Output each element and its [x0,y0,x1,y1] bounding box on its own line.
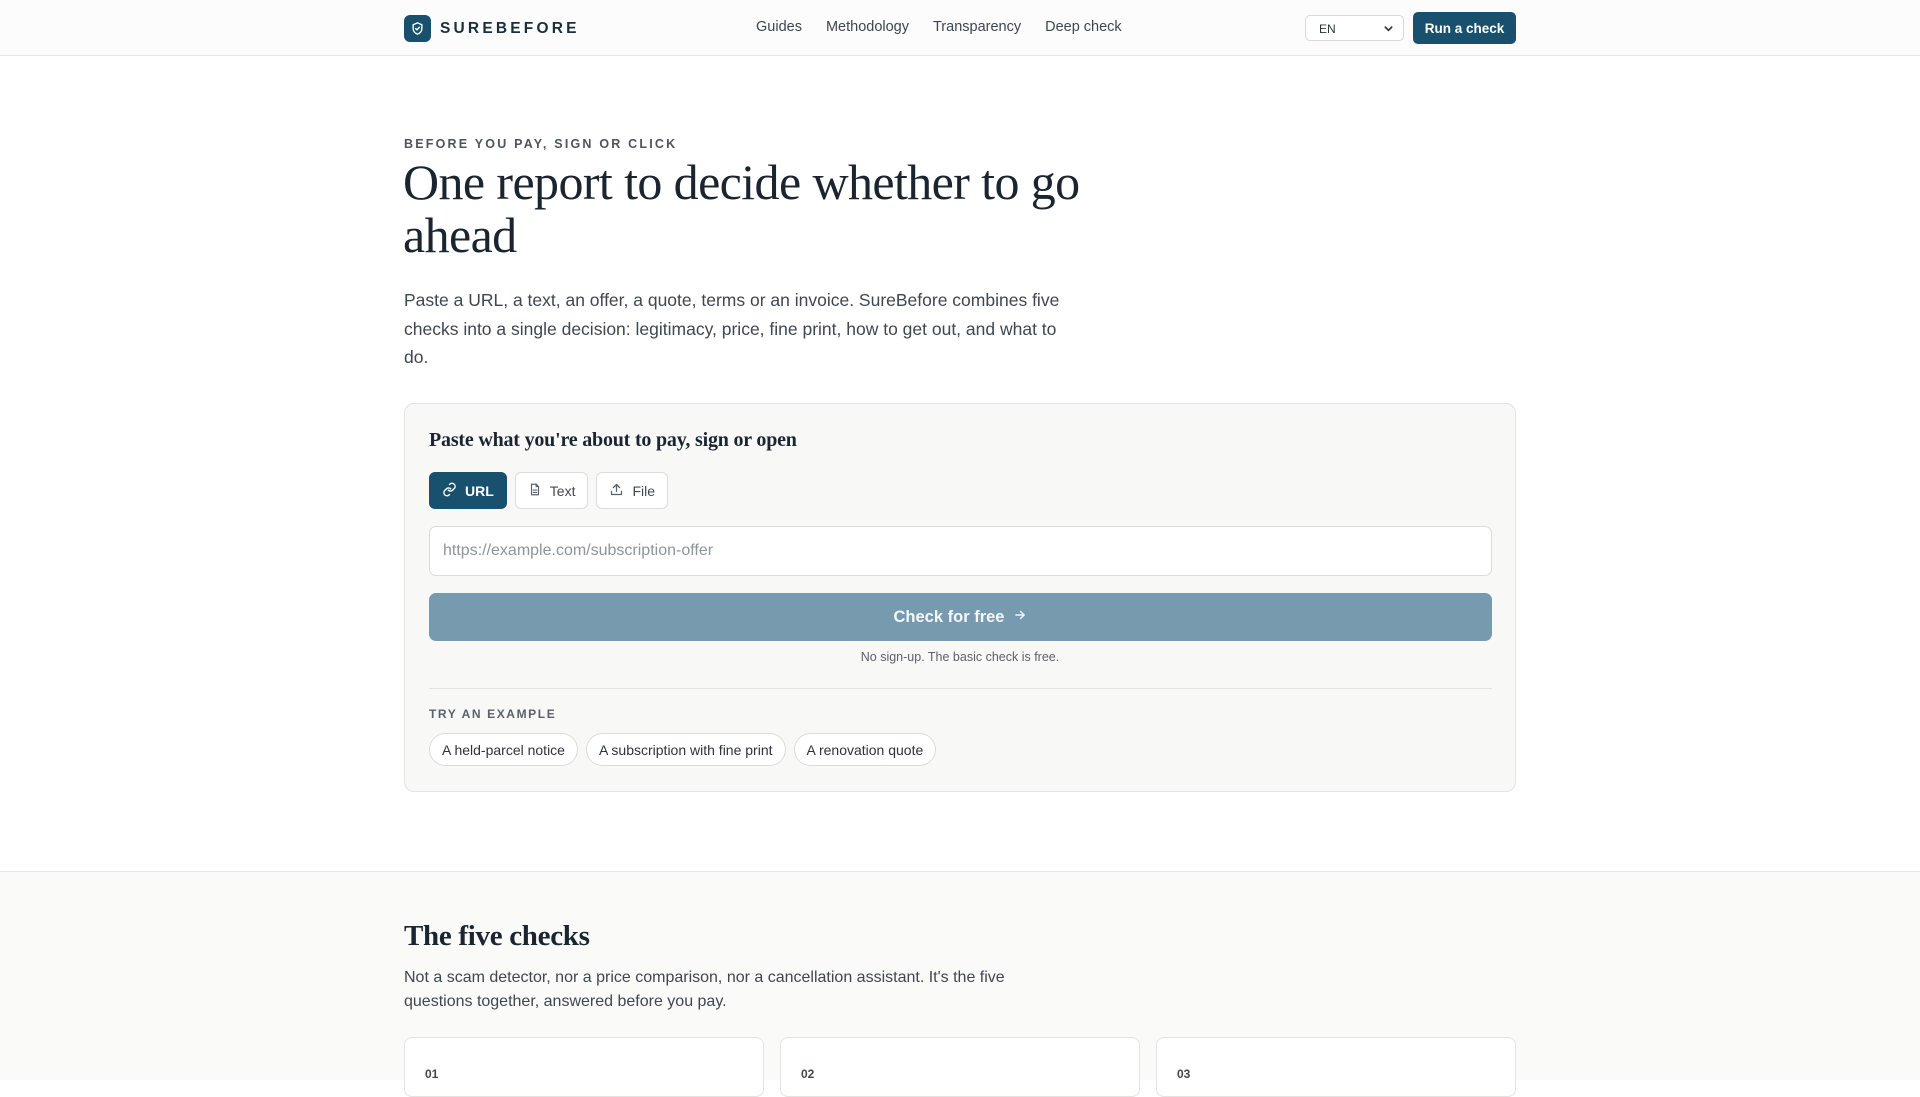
nav-link-methodology[interactable]: Methodology [826,19,909,35]
example-chip-renovation-quote[interactable]: A renovation quote [793,733,937,766]
hero-eyebrow: BEFORE YOU PAY, SIGN OR CLICK [404,137,678,151]
tab-text-label: Text [549,482,576,499]
url-input[interactable] [429,526,1492,576]
example-chips: A held-parcel notice A subscription with… [429,733,937,766]
top-navigation-bar: SUREBEFORE Guides Methodology Transparen… [0,0,1920,56]
example-chip-subscription[interactable]: A subscription with fine print [585,733,786,766]
link-icon [442,482,457,500]
example-chip-held-parcel[interactable]: A held-parcel notice [429,733,578,766]
check-card-3: 03 [1156,1037,1516,1097]
try-example-label: TRY AN EXAMPLE [429,707,557,721]
run-a-check-button[interactable]: Run a check [1413,12,1516,44]
shield-check-icon [404,15,431,42]
five-checks-section: The five checks Not a scam detector, nor… [0,871,1920,1097]
nav-link-deep-check[interactable]: Deep check [1045,19,1122,35]
check-card-number: 01 [425,1067,439,1081]
language-select[interactable]: EN [1305,15,1404,41]
brand-logo[interactable]: SUREBEFORE [404,15,580,42]
tab-file-label: File [632,482,656,499]
input-type-tabs: URL Text File [429,472,669,509]
main-nav: Guides Methodology Transparency Deep che… [756,19,1122,35]
hero-subtitle: Paste a URL, a text, an offer, a quote, … [404,290,1060,367]
nav-link-guides[interactable]: Guides [756,19,802,35]
check-input-card: Paste what you're about to pay, sign or … [404,403,1516,792]
tab-file[interactable]: File [596,472,669,509]
five-checks-title: The five checks [404,920,590,952]
check-card-number: 02 [801,1067,815,1081]
check-for-free-label: Check for free [893,607,1005,626]
check-for-free-button[interactable]: Check for free [429,593,1492,641]
check-card-title: Paste what you're about to pay, sign or … [429,429,797,451]
tab-url[interactable]: URL [429,472,507,509]
tab-text[interactable]: Text [514,472,589,509]
tab-url-label: URL [465,482,494,499]
language-value: EN [1319,22,1336,36]
page-title: One report to decide whether to go ahead [403,154,1080,263]
check-card-2: 02 [780,1037,1140,1097]
five-checks-subtitle: Not a scam detector, nor a price compari… [404,969,1005,1010]
arrow-right-icon [1013,608,1027,627]
check-card-number: 03 [1177,1067,1191,1081]
brand-name: SUREBEFORE [440,19,580,37]
chevron-down-icon [1383,23,1394,37]
check-card-1: 01 [404,1037,764,1097]
nav-link-transparency[interactable]: Transparency [933,19,1021,35]
document-icon [528,482,542,500]
free-check-note: No sign-up. The basic check is free. [860,650,1060,664]
upload-icon [609,482,624,500]
card-divider [429,688,1492,689]
